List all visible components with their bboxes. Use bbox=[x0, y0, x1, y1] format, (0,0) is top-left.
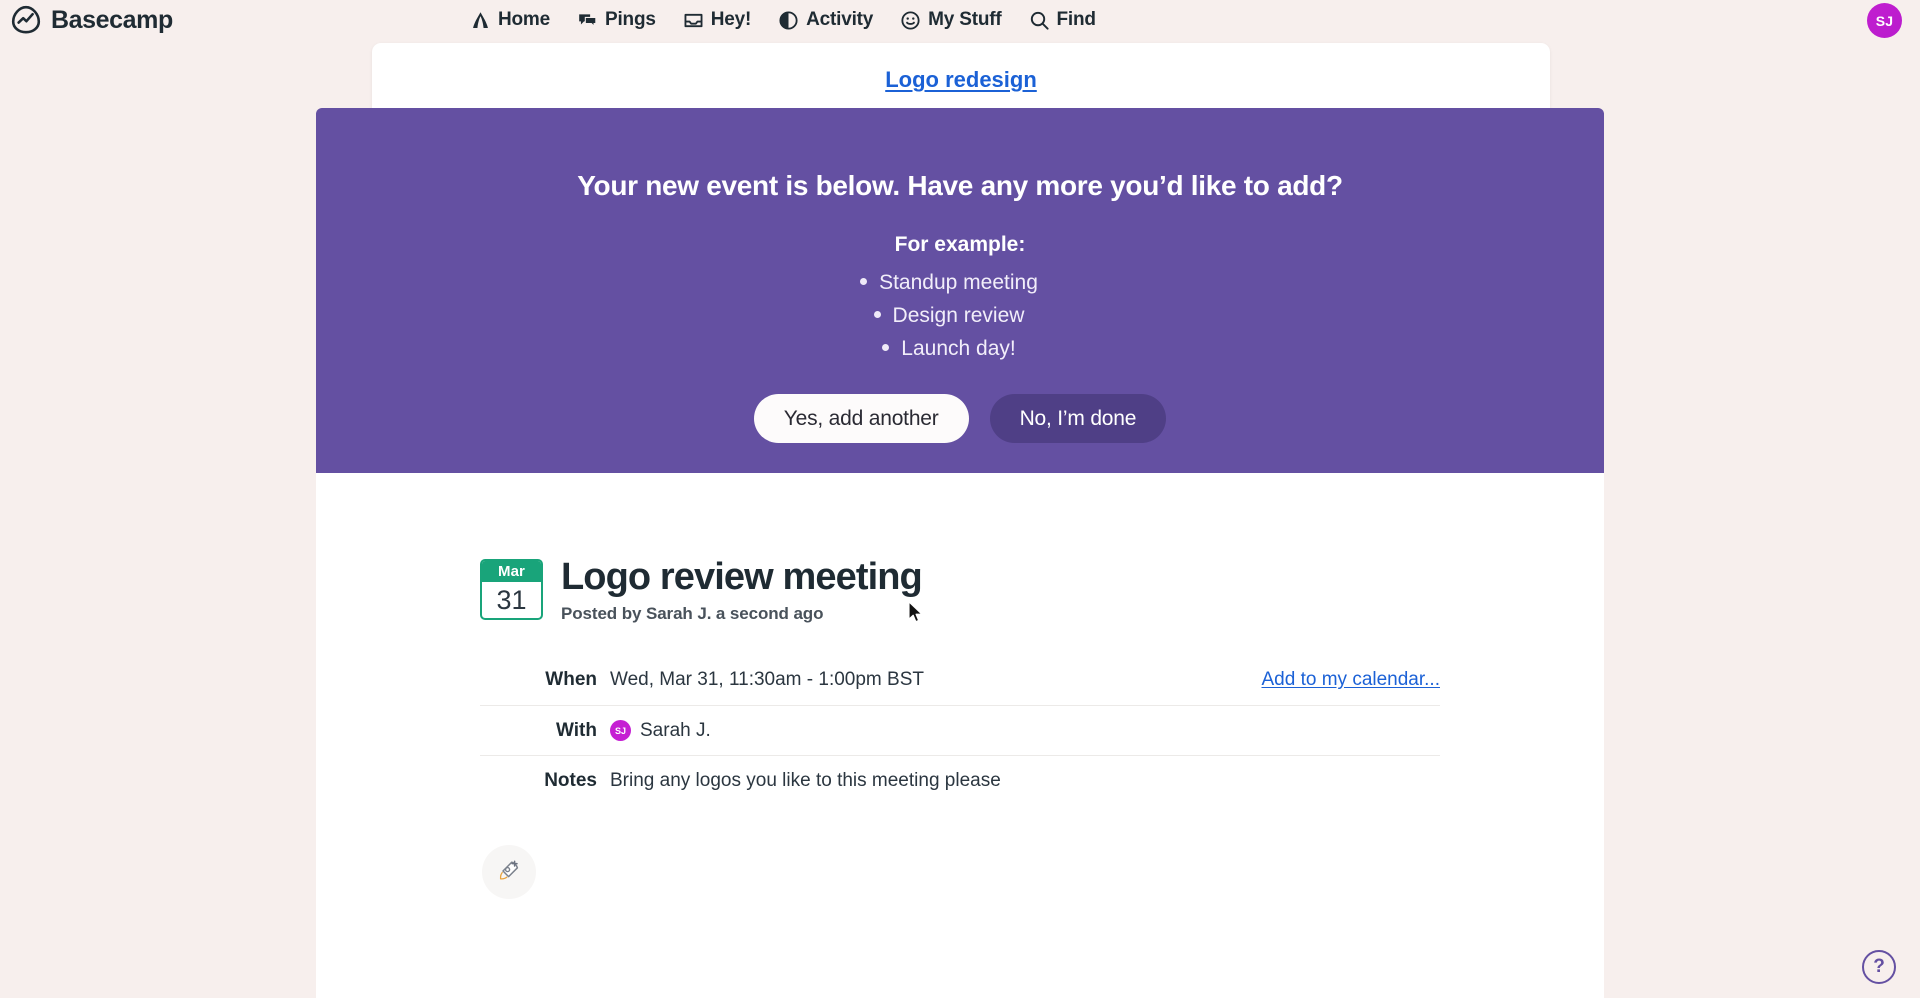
nav-item-find[interactable]: Find bbox=[1029, 9, 1096, 31]
detail-label-with: With bbox=[556, 719, 597, 741]
event-byline: Posted by Sarah J. a second ago bbox=[561, 604, 824, 623]
detail-value-with: SJ Sarah J. bbox=[610, 720, 711, 742]
detail-value-when: Wed, Mar 31, 11:30am - 1:00pm BST bbox=[610, 669, 924, 691]
event-date-badge: Mar 31 bbox=[480, 559, 543, 620]
event-date-month: Mar bbox=[482, 561, 541, 582]
list-item: Standup meeting bbox=[316, 266, 1604, 299]
help-button[interactable]: ? bbox=[1862, 950, 1896, 984]
detail-label-notes: Notes bbox=[544, 769, 597, 791]
list-item: Design review bbox=[316, 299, 1604, 332]
bullet-icon bbox=[873, 310, 881, 318]
event-date-day: 31 bbox=[496, 585, 527, 615]
add-to-my-calendar-link[interactable]: Add to my calendar... bbox=[1262, 669, 1441, 691]
prompt-example-0: Standup meeting bbox=[879, 271, 1038, 294]
nav-item-hey-label: Hey! bbox=[710, 9, 752, 30]
no-im-done-button[interactable]: No, I’m done bbox=[989, 394, 1167, 443]
detail-label-when: When bbox=[545, 669, 597, 690]
prompt-example-list: Standup meeting Design review Launch day… bbox=[316, 266, 1604, 365]
basecamp-logo-icon bbox=[10, 4, 42, 36]
rocket-plus-icon bbox=[496, 858, 522, 887]
event-notes-text: Bring any logos you like to this meeting… bbox=[610, 769, 1001, 791]
nav-item-my-stuff-label: My Stuff bbox=[928, 9, 1002, 30]
nav-item-hey[interactable]: Hey! bbox=[683, 9, 751, 31]
event-when-text: Wed, Mar 31, 11:30am - 1:00pm BST bbox=[610, 669, 924, 690]
attendee-avatar[interactable]: SJ bbox=[610, 720, 631, 741]
detail-value-notes: Bring any logos you like to this meeting… bbox=[610, 770, 1001, 792]
nav-item-find-label: Find bbox=[1056, 9, 1096, 30]
list-item: Launch day! bbox=[316, 332, 1604, 365]
event-detail-rows: When Wed, Mar 31, 11:30am - 1:00pm BST A… bbox=[480, 655, 1440, 805]
event-header: Mar 31 Logo review meeting Posted by Sar… bbox=[480, 555, 1440, 624]
page-title: Logo review meeting bbox=[561, 556, 923, 598]
event-detail-card: Mar 31 Logo review meeting Posted by Sar… bbox=[316, 473, 1604, 998]
table-row: When Wed, Mar 31, 11:30am - 1:00pm BST A… bbox=[480, 655, 1440, 705]
inbox-tray-icon bbox=[683, 10, 704, 31]
nav-item-my-stuff[interactable]: My Stuff bbox=[900, 9, 1002, 31]
prompt-button-group: Yes, add another No, I’m done bbox=[316, 394, 1604, 443]
event-attendee-name: Sarah J. bbox=[640, 719, 711, 741]
smiley-face-icon bbox=[900, 10, 921, 31]
event-title-block: Logo review meeting Posted by Sarah J. a… bbox=[561, 555, 923, 624]
table-row: With SJ Sarah J. bbox=[480, 705, 1440, 755]
home-icon bbox=[470, 10, 491, 31]
table-row: Notes Bring any logos you like to this m… bbox=[480, 755, 1440, 805]
bullet-icon bbox=[882, 343, 890, 351]
add-another-event-prompt: Your new event is below. Have any more y… bbox=[316, 108, 1604, 473]
primary-nav-list: Home Pings Hey! Activity My Stuff Find bbox=[470, 0, 1096, 40]
nav-item-pings[interactable]: Pings bbox=[577, 9, 656, 31]
prompt-example-2: Launch day! bbox=[901, 337, 1016, 360]
nav-item-activity[interactable]: Activity bbox=[778, 9, 873, 31]
prompt-example-label: For example: bbox=[894, 233, 1026, 256]
chat-bubbles-icon bbox=[577, 10, 598, 31]
prompt-headline: Your new event is below. Have any more y… bbox=[577, 170, 1343, 201]
nav-item-home-label: Home bbox=[498, 9, 550, 30]
nav-item-pings-label: Pings bbox=[605, 9, 656, 30]
prompt-example-1: Design review bbox=[892, 304, 1025, 327]
search-icon bbox=[1029, 10, 1050, 31]
nav-item-activity-label: Activity bbox=[806, 9, 874, 30]
add-boost-button[interactable] bbox=[482, 845, 536, 899]
top-navigation-bar: Basecamp Home Pings Hey! Activity My Stu… bbox=[0, 0, 1920, 40]
brand-name: Basecamp bbox=[51, 5, 173, 34]
nav-item-home[interactable]: Home bbox=[470, 9, 550, 31]
brand-logo-link[interactable]: Basecamp bbox=[10, 4, 173, 36]
yes-add-another-button[interactable]: Yes, add another bbox=[753, 394, 969, 443]
pie-clock-icon bbox=[778, 10, 799, 31]
project-name-link[interactable]: Logo redesign bbox=[885, 67, 1037, 93]
bullet-icon bbox=[860, 277, 868, 285]
user-avatar[interactable]: SJ bbox=[1867, 3, 1902, 38]
